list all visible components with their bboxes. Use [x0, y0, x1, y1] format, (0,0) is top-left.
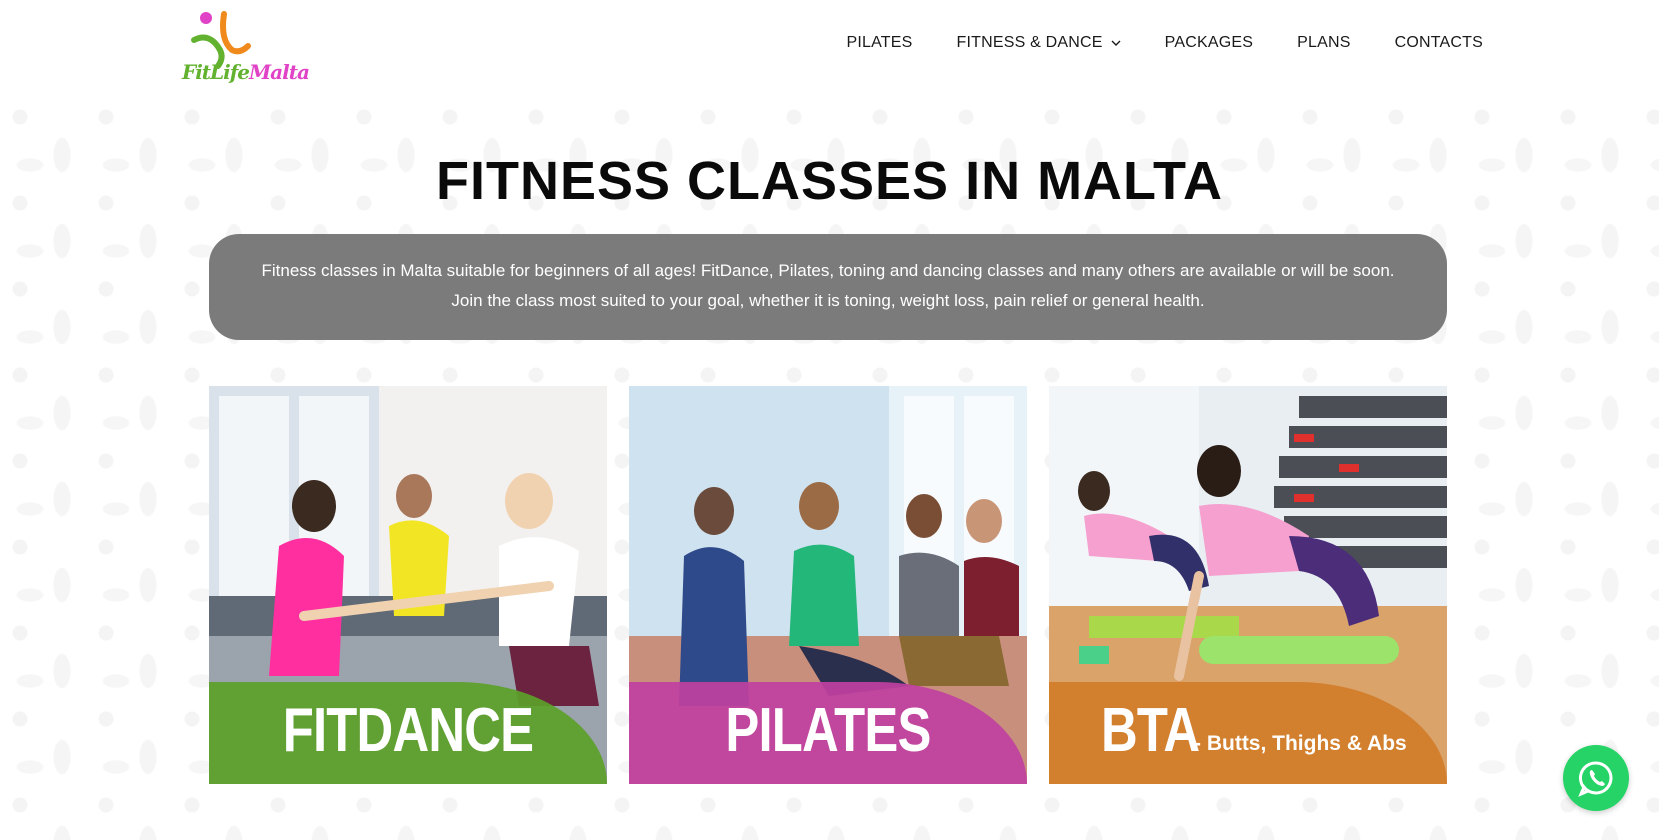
intro-line-1: Fitness classes in Malta suitable for be… [261, 261, 1395, 280]
main-nav: PILATES FITNESS & DANCE PACKAGES PLANS C… [802, 34, 1483, 52]
whatsapp-button[interactable] [1563, 745, 1629, 811]
pilates-label: PILATES [725, 696, 931, 765]
bta-label: BTA [1101, 696, 1200, 765]
intro-line-2: Join the class most suited to your goal,… [451, 291, 1205, 310]
bta-sublabel: - Butts, Thighs & Abs [1194, 732, 1407, 755]
class-card-fitdance[interactable]: FITDANCE [209, 386, 607, 784]
nav-item-fitness-dance[interactable]: FITNESS & DANCE [957, 34, 1121, 52]
class-cards: FITDANCE PILATES BTA - Butts, Thighs & A… [209, 386, 1447, 786]
site-header: FitLifeMalta PILATES FITNESS & DANCE PAC… [0, 0, 1659, 95]
nav-item-plans[interactable]: PLANS [1297, 34, 1350, 52]
intro-box: Fitness classes in Malta suitable for be… [209, 234, 1447, 340]
nav-item-contacts[interactable]: CONTACTS [1395, 34, 1483, 52]
nav-item-packages[interactable]: PACKAGES [1165, 34, 1253, 52]
logo-wordmark: FitLifeMalta [182, 60, 310, 84]
whatsapp-icon [1578, 761, 1613, 797]
site-logo[interactable]: FitLifeMalta [180, 10, 310, 86]
class-card-bta[interactable]: BTA - Butts, Thighs & Abs [1049, 386, 1447, 784]
page-title: FITNESS CLASSES IN MALTA [435, 151, 1223, 211]
nav-item-pilates[interactable]: PILATES [846, 34, 912, 52]
chevron-down-icon [1111, 40, 1121, 46]
fitdance-label: FITDANCE [282, 696, 534, 765]
class-card-pilates[interactable]: PILATES [629, 386, 1027, 784]
